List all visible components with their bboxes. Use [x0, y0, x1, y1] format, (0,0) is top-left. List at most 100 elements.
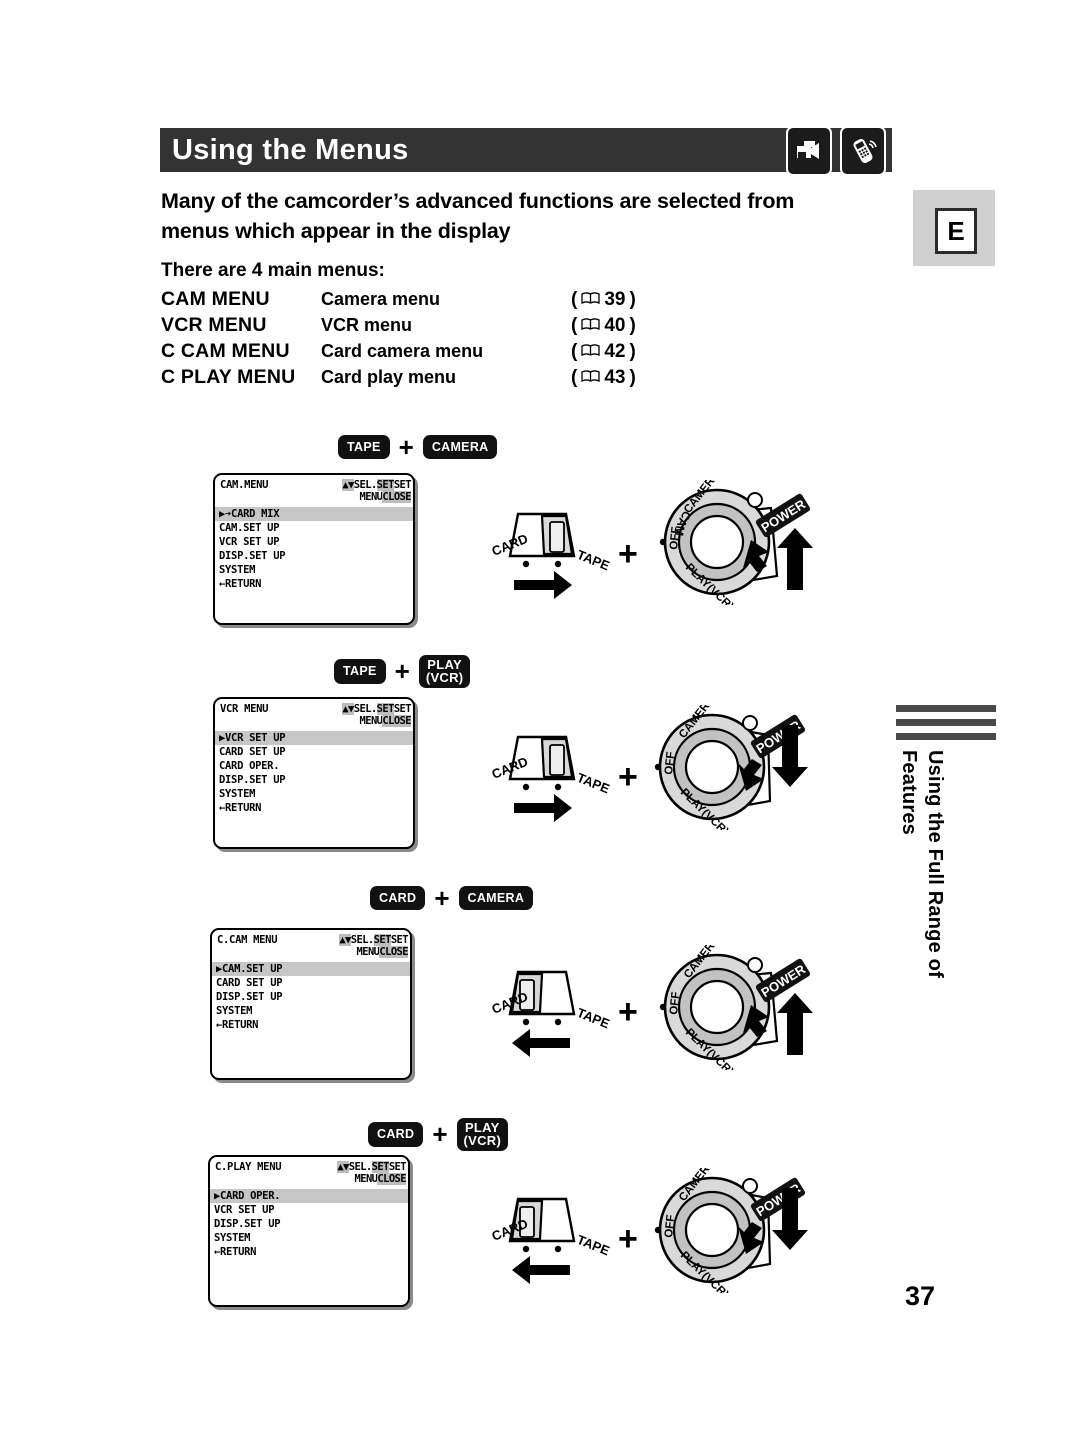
osd-item[interactable]: ←RETURN — [215, 577, 413, 591]
paren-close: ) — [629, 367, 636, 388]
menu-page-ref: ( 40 ) — [571, 315, 636, 337]
osd-title: C.PLAY MENU — [215, 1161, 282, 1173]
intro-paragraph: Many of the camcorder’s advanced functio… — [161, 189, 795, 243]
osd-item[interactable]: VCR SET UP — [210, 1203, 408, 1217]
osd-item[interactable]: CARD OPER. — [215, 759, 413, 773]
osd-arrows: ▲▼ — [337, 1161, 349, 1173]
table-row: C CAM MENU Card camera menu ( 42 ) — [161, 340, 636, 366]
manual-page: Using the Menus E Many of the camcorder’… — [0, 0, 1080, 1443]
paren-open: ( — [571, 341, 578, 362]
osd-header: C.CAM MENU ▲▼SEL.SETSET MENUCLOSE — [212, 930, 410, 962]
language-badge: E — [935, 208, 977, 254]
osd-screen: C.PLAY MENU ▲▼SEL.SETSET MENUCLOSE ▶CARD… — [208, 1155, 410, 1307]
osd-header: VCR MENU ▲▼SEL.SETSET MENUCLOSE — [215, 699, 413, 731]
key-button[interactable]: TAPE — [338, 434, 390, 460]
page-ref-number: 43 — [604, 367, 626, 388]
menu-description: Card play menu — [321, 367, 457, 387]
menu-code: CAM MENU — [161, 288, 270, 310]
paren-close: ) — [629, 289, 636, 310]
osd-screen: VCR MENU ▲▼SEL.SETSET MENUCLOSE ▶VCR SET… — [213, 697, 415, 849]
key-button[interactable]: TAPE — [334, 658, 386, 684]
book-icon — [581, 289, 600, 311]
menu-page-ref: ( 42 ) — [571, 341, 636, 363]
plus-sign: + — [618, 993, 638, 1031]
osd-hint-close: MENUCLOSE — [359, 491, 412, 503]
key-button[interactable]: CAMERA — [458, 885, 534, 911]
svg-text:OFF: OFF — [668, 526, 682, 550]
osd-selected-item[interactable]: ▶CARD OPER. — [210, 1189, 408, 1203]
button-combo: TAPE + PLAY (VCR) — [334, 655, 471, 688]
power-dial[interactable]: POWER CAMERA CAMERA OFF PLAY(VCR) — [651, 469, 815, 613]
key-button[interactable]: PLAY (VCR) — [418, 655, 471, 688]
osd-item[interactable]: DISP.SET UP — [215, 549, 413, 563]
svg-text:TAPE: TAPE — [575, 1005, 612, 1032]
key-button[interactable]: CARD — [368, 1121, 424, 1147]
key-button[interactable]: PLAY (VCR) — [456, 1118, 509, 1151]
osd-header: C.PLAY MENU ▲▼SEL.SETSET MENUCLOSE — [210, 1157, 408, 1189]
plus-sign: + — [394, 656, 410, 687]
plus-sign: + — [618, 535, 638, 573]
key-button[interactable]: CARD — [370, 885, 426, 911]
page-number: 37 — [905, 1281, 936, 1311]
osd-item[interactable]: SYSTEM — [215, 563, 413, 577]
osd-item[interactable]: VCR SET UP — [215, 535, 413, 549]
card-tape-switch[interactable]: CARD TAPE — [468, 500, 628, 604]
plus-sign: + — [434, 883, 450, 913]
osd-item[interactable]: DISP.SET UP — [215, 773, 413, 787]
rule-line — [896, 719, 996, 726]
button-combo: CARD + CAMERA — [370, 883, 534, 913]
osd-header: CAM.MENU ▲▼SEL.SETSET MENUCLOSE — [215, 475, 413, 507]
plus-sign: + — [398, 432, 414, 462]
menu-code: C CAM MENU — [161, 340, 290, 362]
card-tape-switch[interactable]: CARD TAPE — [468, 958, 628, 1062]
osd-screen: C.CAM MENU ▲▼SEL.SETSET MENUCLOSE ▶CAM.S… — [210, 928, 412, 1080]
osd-arrows: ▲▼ — [342, 479, 354, 491]
intro-subheading: There are 4 main menus: — [161, 260, 385, 281]
osd-item[interactable]: SYSTEM — [215, 787, 413, 801]
page-ref-number: 39 — [604, 289, 626, 310]
osd-item[interactable]: DISP.SET UP — [212, 990, 410, 1004]
osd-item[interactable]: SYSTEM — [210, 1231, 408, 1245]
osd-selected-item[interactable]: ▶CAM.SET UP — [212, 962, 410, 976]
menu-description: VCR menu — [321, 315, 413, 335]
card-tape-switch[interactable]: CARD TAPE — [468, 723, 628, 827]
paren-open: ( — [571, 315, 578, 336]
table-row: C PLAY MENU Card play menu ( 43 ) — [161, 366, 636, 392]
osd-item[interactable]: CARD SET UP — [215, 745, 413, 759]
side-tab-rules — [896, 705, 996, 740]
power-dial[interactable]: POWER CAMERA OFF PLAY(VCR) — [650, 694, 810, 838]
power-dial[interactable]: POWER CAMERA OFF PLAY(VCR) — [655, 934, 815, 1078]
menu-page-ref: ( 39 ) — [571, 289, 636, 311]
osd-item[interactable]: DISP.SET UP — [210, 1217, 408, 1231]
osd-item[interactable]: CAM.SET UP — [215, 521, 413, 535]
remote-control-icon — [840, 126, 886, 176]
osd-selected-item[interactable]: ▶VCR SET UP — [215, 731, 413, 745]
paren-open: ( — [571, 367, 578, 388]
osd-arrows: ▲▼ — [339, 934, 351, 946]
osd-item[interactable]: ←RETURN — [212, 1018, 410, 1032]
rule-line — [896, 705, 996, 712]
osd-item[interactable]: ←RETURN — [210, 1245, 408, 1259]
osd-item[interactable]: ←RETURN — [215, 801, 413, 815]
plus-sign: + — [618, 1220, 638, 1258]
svg-text:TAPE: TAPE — [575, 770, 612, 797]
svg-text:OFF: OFF — [668, 991, 682, 1015]
menu-page-ref: ( 43 ) — [571, 367, 636, 389]
key-button[interactable]: CAMERA — [422, 434, 498, 460]
card-tape-switch[interactable]: CARD TAPE — [468, 1185, 628, 1289]
book-icon — [581, 315, 600, 337]
osd-hint-close: MENUCLOSE — [354, 1173, 407, 1185]
menu-description: Card camera menu — [321, 341, 484, 361]
menu-description: Camera menu — [321, 289, 441, 309]
side-tab-label: Using the Full Range of Features — [898, 750, 946, 978]
menu-code: VCR MENU — [161, 314, 267, 336]
table-row: CAM MENU Camera menu ( 39 ) — [161, 288, 636, 314]
osd-item[interactable]: CARD SET UP — [212, 976, 410, 990]
osd-selected-item[interactable]: ▶➔CARD MIX — [215, 507, 413, 521]
page-ref-number: 42 — [604, 341, 626, 362]
page-header-bar: Using the Menus — [160, 128, 892, 172]
power-dial[interactable]: POWER CAMERA OFF PLAY(VCR) — [650, 1157, 810, 1301]
osd-hint-select: ▲▼SEL.SETSET — [339, 934, 409, 946]
osd-item[interactable]: SYSTEM — [212, 1004, 410, 1018]
svg-text:OFF: OFF — [663, 751, 677, 775]
